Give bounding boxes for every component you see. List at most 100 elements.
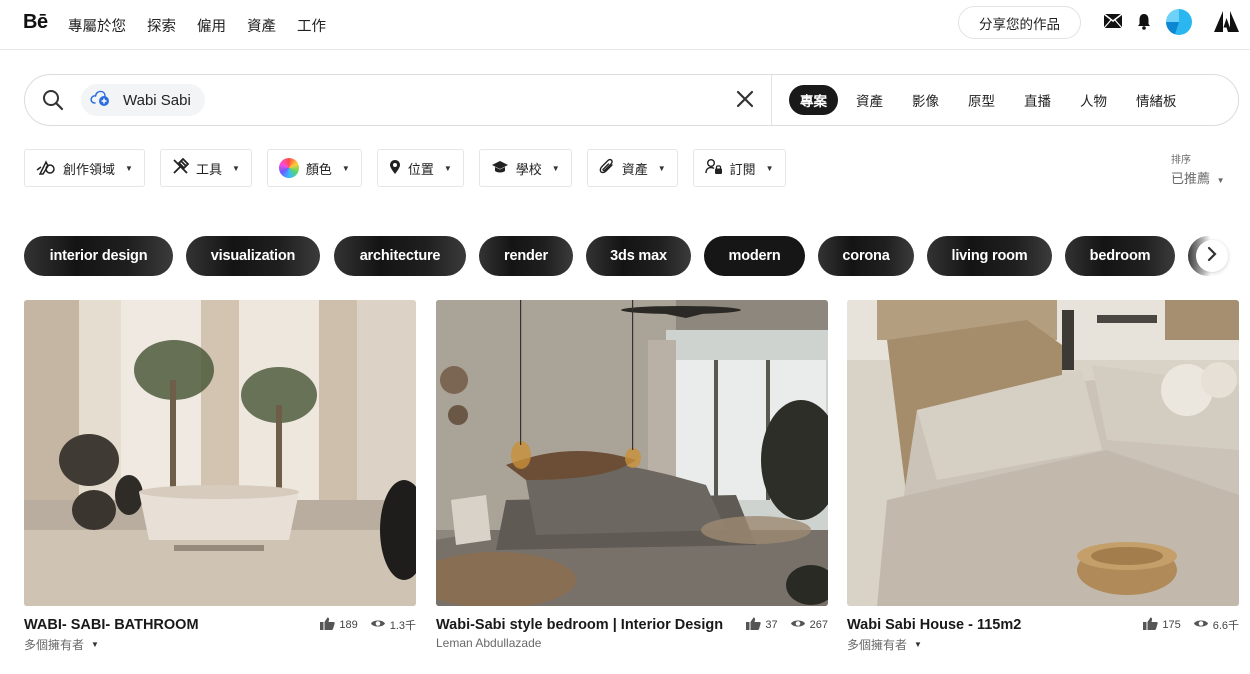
tag-pill[interactable]: render: [479, 236, 573, 276]
tag-pill[interactable]: modern: [704, 236, 805, 276]
color-wheel-icon: [278, 158, 299, 178]
caret-down-icon: ▼: [914, 640, 922, 649]
likes-count: 189: [339, 619, 358, 631]
filter-subscription[interactable]: 訂閱 ▼: [692, 149, 786, 187]
search-query-chip[interactable]: Wabi Sabi: [81, 84, 205, 116]
bell-icon[interactable]: [1137, 13, 1151, 35]
project-stats: 37 267: [739, 617, 828, 633]
views-stat: 267: [790, 618, 828, 632]
filter-school[interactable]: 學校 ▼: [478, 149, 572, 187]
location-pin-icon: [389, 159, 401, 178]
tab-prototypes[interactable]: 原型: [957, 85, 1006, 115]
project-owner[interactable]: 多個擁有者 ▼: [847, 636, 1239, 653]
project-title[interactable]: Wabi-Sabi style bedroom | Interior Desig…: [436, 616, 726, 634]
filter-label: 創作領域: [63, 161, 116, 177]
eye-icon: [790, 618, 806, 632]
nav-hire[interactable]: 僱用: [197, 15, 226, 36]
likes-stat: 37: [746, 617, 778, 633]
project-owner[interactable]: Leman Abdullazade: [436, 636, 828, 650]
filter-label: 訂閱: [729, 161, 756, 177]
views-stat: 1.3千: [370, 617, 416, 633]
tab-images[interactable]: 影像: [901, 85, 950, 115]
tag-pill[interactable]: bedroom: [1065, 236, 1175, 276]
project-card[interactable]: Wabi-Sabi style bedroom | Interior Desig…: [436, 300, 828, 650]
related-tags: interior design visualization architectu…: [24, 236, 1239, 276]
nav-explore[interactable]: 探索: [147, 15, 176, 36]
tag-pill[interactable]: 3ds max: [586, 236, 691, 276]
mail-icon[interactable]: [1103, 13, 1123, 33]
avatar[interactable]: [1166, 9, 1192, 35]
sort-dropdown[interactable]: 排序 已推薦 ▼: [1171, 151, 1225, 187]
search-icon[interactable]: [42, 89, 64, 116]
nav-assets[interactable]: 資產: [247, 15, 276, 36]
tag-pill[interactable]: architecture: [334, 236, 466, 276]
tab-moodboards[interactable]: 情緒板: [1125, 85, 1188, 115]
sort-value: 已推薦 ▼: [1171, 168, 1225, 187]
tag-pill[interactable]: living room: [927, 236, 1052, 276]
caret-down-icon: ▼: [1216, 176, 1225, 185]
owner-text: 多個擁有者: [24, 638, 85, 652]
project-title[interactable]: Wabi Sabi House - 115m2: [847, 616, 1137, 634]
project-thumbnail[interactable]: [847, 300, 1239, 606]
project-title[interactable]: WABI- SABI- BATHROOM: [24, 616, 314, 634]
share-work-button[interactable]: 分享您的作品: [958, 6, 1081, 39]
tab-assets[interactable]: 資產: [845, 85, 894, 115]
views-count: 267: [809, 619, 828, 631]
project-thumbnail[interactable]: [436, 300, 828, 606]
cloud-add-icon: [89, 89, 111, 112]
thumbs-up-icon: [320, 617, 336, 633]
user-lock-icon: [704, 158, 723, 178]
behance-logo[interactable]: Bē: [23, 11, 48, 34]
search-type-tabs: 專案 資產 影像 原型 直播 人物 情緒板: [789, 84, 1195, 116]
sort-label: 排序: [1171, 155, 1191, 166]
project-card[interactable]: WABI- SABI- BATHROOM 多個擁有者 ▼ 189 1.3千: [24, 300, 416, 653]
thumbs-up-icon: [746, 617, 762, 633]
project-stats: 175 6.6千: [1136, 617, 1239, 633]
caret-down-icon: ▼: [443, 163, 452, 173]
tag-pill[interactable]: interior design: [24, 236, 173, 276]
filter-label: 位置: [407, 161, 434, 177]
owner-text: Leman Abdullazade: [436, 636, 542, 650]
thumbs-up-icon: [1143, 617, 1159, 633]
likes-stat: 189: [320, 617, 358, 633]
tab-projects[interactable]: 專案: [789, 85, 838, 115]
caret-down-icon: ▼: [91, 640, 99, 649]
creative-field-icon: [36, 158, 56, 179]
tab-people[interactable]: 人物: [1069, 85, 1118, 115]
filter-assets[interactable]: 資產 ▼: [586, 149, 678, 187]
views-stat: 6.6千: [1193, 617, 1239, 633]
search-query-text: Wabi Sabi: [123, 91, 191, 109]
filter-label: 學校: [515, 161, 542, 177]
filter-row: 創作領域 ▼ 工具 ▼ 顏色 ▼ 位置 ▼ 學校 ▼ 資產 ▼ 訂閱 ▼: [24, 149, 786, 187]
tags-next-button[interactable]: [1196, 240, 1228, 272]
likes-count: 175: [1162, 619, 1181, 631]
paperclip-icon: [599, 158, 615, 178]
nav-jobs[interactable]: 工作: [297, 15, 326, 36]
filter-creative-field[interactable]: 創作領域 ▼: [24, 149, 145, 187]
project-thumbnail[interactable]: [24, 300, 416, 606]
filter-label: 顏色: [305, 161, 332, 177]
project-stats: 189 1.3千: [313, 617, 416, 633]
likes-count: 37: [765, 619, 778, 631]
filter-location[interactable]: 位置 ▼: [376, 149, 464, 187]
tab-livestreams[interactable]: 直播: [1013, 85, 1062, 115]
sort-value-text: 已推薦: [1171, 171, 1211, 186]
filter-color[interactable]: 顏色 ▼: [266, 149, 362, 187]
filter-tools[interactable]: 工具 ▼: [159, 149, 252, 187]
adobe-logo-icon[interactable]: [1214, 11, 1239, 37]
caret-down-icon: ▼: [341, 163, 350, 173]
caret-down-icon: ▼: [125, 163, 133, 173]
nav-for-you[interactable]: 專屬於您: [68, 15, 126, 36]
tag-pill[interactable]: visualization: [186, 236, 320, 276]
filter-label: 資產: [621, 161, 648, 177]
tools-icon: [172, 157, 190, 178]
owner-text: 多個擁有者: [847, 638, 908, 652]
graduation-cap-icon: [491, 160, 509, 177]
tag-pill[interactable]: corona: [818, 236, 914, 276]
views-count: 6.6千: [1212, 620, 1239, 632]
eye-icon: [1193, 618, 1209, 632]
project-owner[interactable]: 多個擁有者 ▼: [24, 636, 416, 653]
project-card[interactable]: Wabi Sabi House - 115m2 多個擁有者 ▼ 175 6.6千: [847, 300, 1239, 653]
chevron-right-icon: [1207, 246, 1217, 266]
clear-search-icon[interactable]: [736, 90, 754, 113]
